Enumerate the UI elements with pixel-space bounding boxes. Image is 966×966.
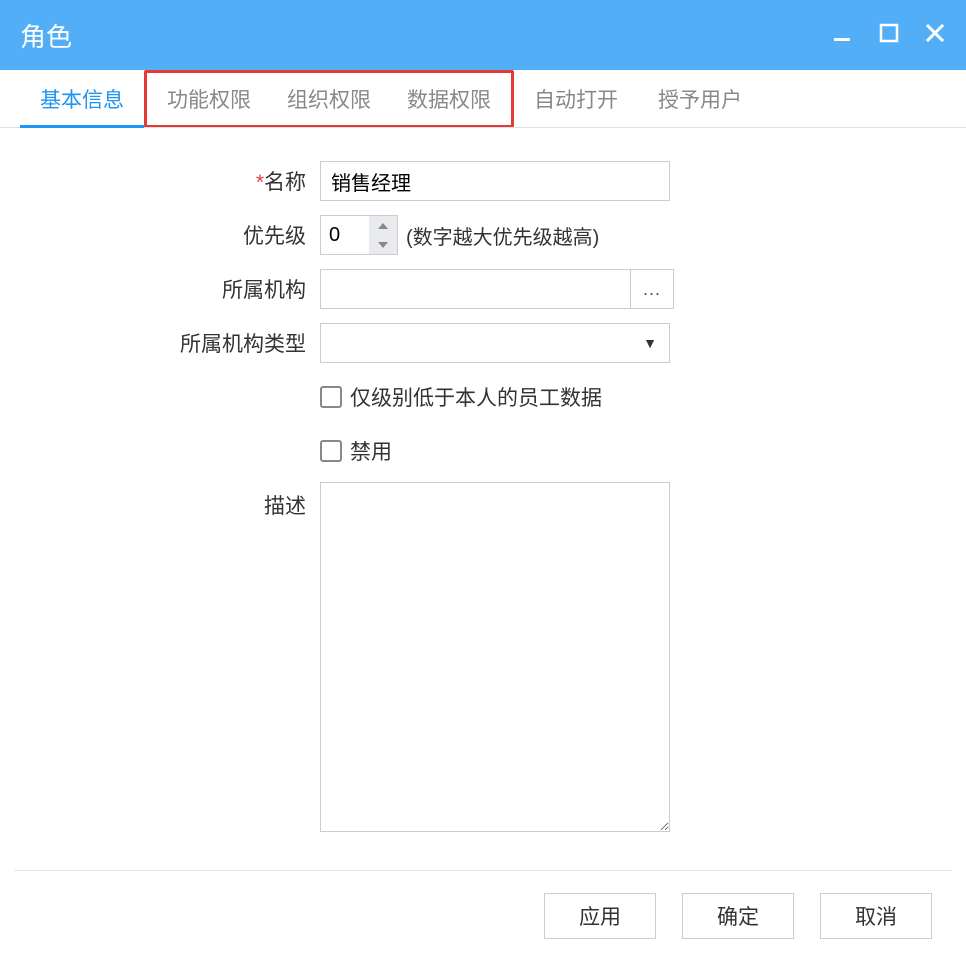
tab-data-permissions[interactable]: 数据权限 [389,73,509,125]
name-input[interactable] [320,161,670,201]
only-subordinate-checkbox[interactable]: 仅级别低于本人的员工数据 [320,382,602,412]
disabled-checkbox[interactable]: 禁用 [320,436,392,466]
window-buttons [832,22,946,48]
org-type-label: 所属机构类型 [40,328,320,358]
spinner-down-icon[interactable] [369,235,397,254]
dropdown-caret-icon: ▼ [643,335,657,351]
maximize-button[interactable] [878,22,900,48]
priority-hint: (数字越大优先级越高) [406,221,599,250]
org-browse-button[interactable]: ... [630,269,674,309]
checkbox-box [320,386,342,408]
name-label: *名称 [40,166,320,196]
tab-bar: 基本信息 功能权限 组织权限 数据权限 自动打开 授予用户 [0,70,966,128]
close-button[interactable] [924,22,946,48]
org-label: 所属机构 [40,274,320,304]
description-label: 描述 [40,482,320,520]
tab-grant-users[interactable]: 授予用户 [638,70,762,128]
org-type-select[interactable]: ▼ [320,323,670,363]
priority-label: 优先级 [40,220,320,250]
apply-button[interactable]: 应用 [544,893,656,939]
disabled-label: 禁用 [350,436,392,466]
checkbox-box [320,440,342,462]
description-textarea[interactable] [320,482,670,832]
tab-function-permissions[interactable]: 功能权限 [149,73,269,125]
cancel-button[interactable]: 取消 [820,893,932,939]
ok-button[interactable]: 确定 [682,893,794,939]
priority-input[interactable] [321,216,369,254]
only-subordinate-label: 仅级别低于本人的员工数据 [350,382,602,412]
form-body: *名称 优先级 (数字越大优先级越高) 所属机构 [0,128,966,850]
minimize-button[interactable] [832,22,854,48]
tab-org-permissions[interactable]: 组织权限 [269,73,389,125]
org-input[interactable] [320,269,630,309]
priority-spinner[interactable] [320,215,398,255]
required-marker: * [256,171,264,194]
tab-auto-open[interactable]: 自动打开 [514,70,638,128]
tab-basic-info[interactable]: 基本信息 [20,70,144,128]
footer-actions: 应用 确定 取消 [0,871,966,961]
window-title: 角色 [20,17,72,54]
spinner-up-icon[interactable] [369,216,397,235]
titlebar: 角色 [0,0,966,70]
annotation-highlight: 功能权限 组织权限 数据权限 [144,70,514,128]
